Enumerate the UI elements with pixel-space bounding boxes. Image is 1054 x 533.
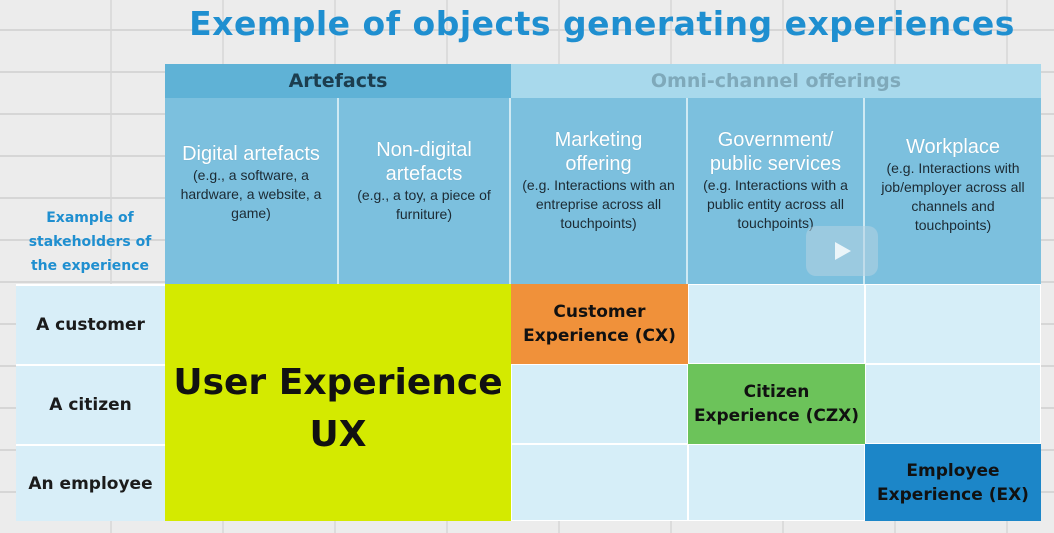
column-description: (e.g. Interactions with a public entity a… [703, 177, 848, 231]
grid-cell [688, 444, 865, 521]
grid-cell [511, 364, 688, 444]
row-label-citizen: A citizen [16, 364, 165, 444]
grid-cell [865, 284, 1041, 364]
column-title: Government/public services [709, 129, 842, 175]
column-description: (e.g. Interactions with an entreprise acr… [522, 177, 675, 231]
row-label-customer: A customer [16, 284, 165, 364]
row-label-employee: An employee [16, 444, 165, 521]
employee-experience-block: Employee Experience (EX) [865, 444, 1041, 521]
play-icon[interactable] [806, 226, 878, 276]
column-marketing-offering: Marketing offering (e.g. Interactions wit… [511, 98, 688, 284]
grid-cell [688, 284, 865, 364]
customer-experience-block: Customer Experience (CX) [511, 284, 688, 364]
grid-cell [865, 364, 1041, 444]
column-digital-artefacts: Digital artefacts (e.g., a software, a ha… [165, 98, 339, 284]
column-description: (e.g. Interactions with job/employer acro… [881, 160, 1025, 233]
column-title: Digital artefacts [182, 143, 320, 165]
grid-cell [511, 444, 688, 521]
page-title: Exemple of objects generating experience… [189, 4, 1015, 43]
omni-channel-header: Omni-channel offerings [511, 64, 1041, 98]
stakeholder-label: Example of stakeholders of the experienc… [28, 210, 152, 274]
citizen-experience-block: Citizen Experience (CZX) [688, 364, 865, 444]
column-title: Marketing offering [554, 129, 643, 175]
column-title: Workplace [905, 136, 1001, 158]
user-experience-block: User Experience UX [165, 284, 511, 521]
column-title: Non-digital artefacts [376, 139, 472, 185]
column-workplace: Workplace (e.g. Interactions with job/emp… [865, 98, 1041, 284]
artefacts-header: Artefacts [165, 64, 511, 98]
column-description: (e.g., a software, a hardware, a website,… [180, 167, 322, 221]
column-non-digital-artefacts: Non-digital artefacts (e.g., a toy, a pie… [339, 98, 511, 284]
column-description: (e.g., a toy, a piece of furniture) [357, 187, 491, 222]
